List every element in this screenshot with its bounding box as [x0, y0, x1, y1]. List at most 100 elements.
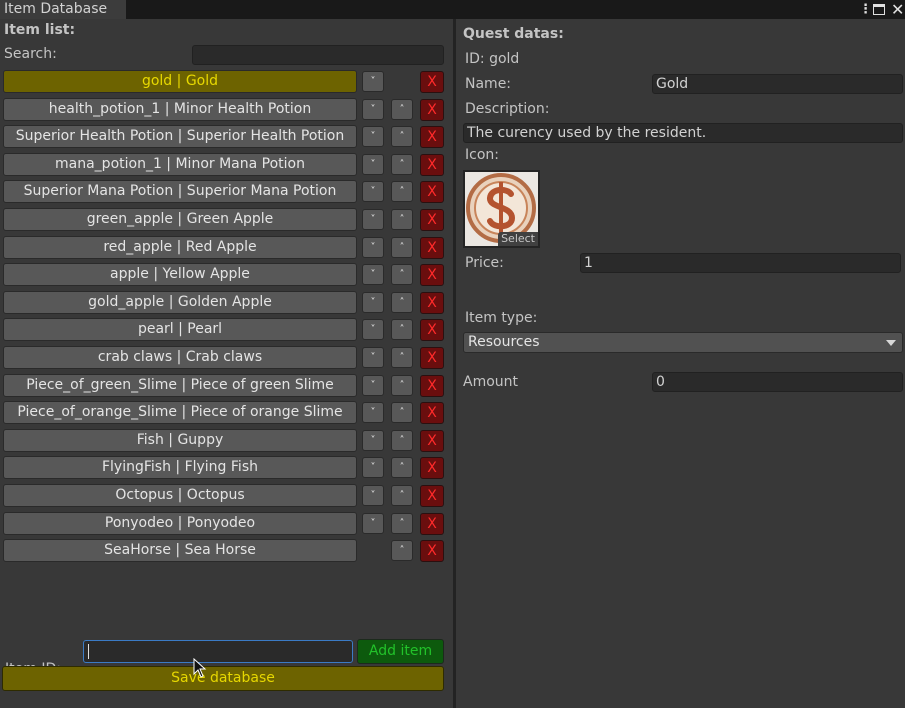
item-select-button[interactable]: green_apple | Green Apple	[3, 208, 357, 231]
item-select-button[interactable]: Superior Mana Potion | Superior Mana Pot…	[3, 180, 357, 203]
move-up-button[interactable]: ˄	[391, 181, 413, 202]
move-down-button[interactable]: ˅	[362, 237, 384, 258]
move-up-button[interactable]: ˄	[391, 319, 413, 340]
item-select-button[interactable]: health_potion_1 | Minor Health Potion	[3, 98, 357, 121]
delete-item-button[interactable]: X	[420, 264, 444, 286]
move-up-button[interactable]: ˄	[391, 347, 413, 368]
move-up-button[interactable]: ˄	[391, 292, 413, 313]
save-database-button[interactable]: Save database	[2, 666, 444, 691]
list-item: SeaHorse | Sea Horse ˄ X	[3, 539, 445, 563]
delete-item-button[interactable]: X	[420, 375, 444, 397]
price-label: Price:	[465, 255, 504, 271]
name-label: Name:	[465, 76, 512, 92]
item-id-display: ID: gold	[465, 51, 520, 67]
delete-item-button[interactable]: X	[420, 154, 444, 176]
move-up-button[interactable]: ˄	[391, 375, 413, 396]
close-icon[interactable]: ✕	[891, 0, 904, 19]
move-up-button[interactable]: ˄	[391, 99, 413, 120]
move-down-button[interactable]: ˅	[362, 430, 384, 451]
delete-item-button[interactable]: X	[420, 540, 444, 562]
item-select-button[interactable]: FlyingFish | Flying Fish	[3, 456, 357, 479]
dropdown-arrow-icon	[886, 340, 896, 346]
delete-item-button[interactable]: X	[420, 319, 444, 341]
move-up-button[interactable]: ˄	[391, 513, 413, 534]
move-up-button[interactable]: ˄	[391, 402, 413, 423]
move-down-button[interactable]: ˅	[362, 292, 384, 313]
move-down-button[interactable]: ˅	[362, 264, 384, 285]
item-select-button[interactable]: gold | Gold	[3, 70, 357, 93]
delete-item-button[interactable]: X	[420, 237, 444, 259]
list-item: Ponyodeo | Ponyodeo ˅ ˄ X	[3, 512, 445, 536]
item-select-button[interactable]: Octopus | Octopus	[3, 484, 357, 507]
move-up-button[interactable]: ˄	[391, 237, 413, 258]
kebab-menu-icon[interactable]: ⋮	[859, 0, 872, 19]
item-select-button[interactable]: Ponyodeo | Ponyodeo	[3, 512, 357, 535]
delete-item-button[interactable]: X	[420, 457, 444, 479]
move-up-button[interactable]: ˄	[391, 485, 413, 506]
delete-item-button[interactable]: X	[420, 513, 444, 535]
delete-item-button[interactable]: X	[420, 292, 444, 314]
name-field[interactable]	[652, 74, 903, 94]
window-tab-bar: Item Database ⋮ ✕	[0, 0, 905, 19]
description-field[interactable]	[463, 123, 903, 143]
delete-item-button[interactable]: X	[420, 209, 444, 231]
item-select-button[interactable]: SeaHorse | Sea Horse	[3, 539, 357, 562]
move-down-button[interactable]: ˅	[362, 181, 384, 202]
item-select-button[interactable]: crab claws | Crab claws	[3, 346, 357, 369]
delete-item-button[interactable]: X	[420, 126, 444, 148]
move-up-button[interactable]: ˄	[391, 209, 413, 230]
item-select-button[interactable]: red_apple | Red Apple	[3, 236, 357, 259]
move-down-button[interactable]: ˅	[362, 99, 384, 120]
list-item: FlyingFish | Flying Fish ˅ ˄ X	[3, 456, 445, 480]
delete-item-button[interactable]: X	[420, 430, 444, 452]
search-input[interactable]	[192, 45, 444, 65]
delete-item-button[interactable]: X	[420, 347, 444, 369]
move-down-button[interactable]: ˅	[362, 457, 384, 478]
delete-item-button[interactable]: X	[420, 99, 444, 121]
item-select-button[interactable]: gold_apple | Golden Apple	[3, 291, 357, 314]
item-details-panel: Quest datas: ID: gold Name: Description:…	[456, 19, 905, 708]
list-item: Octopus | Octopus ˅ ˄ X	[3, 484, 445, 508]
item-select-button[interactable]: Superior Health Potion | Superior Health…	[3, 125, 357, 148]
move-down-button[interactable]: ˅	[362, 347, 384, 368]
delete-item-button[interactable]: X	[420, 181, 444, 203]
item-select-button[interactable]: Fish | Guppy	[3, 429, 357, 452]
move-up-button[interactable]: ˄	[391, 457, 413, 478]
move-down-button[interactable]: ˅	[362, 513, 384, 534]
add-item-button[interactable]: Add item	[357, 639, 444, 664]
move-down-button[interactable]: ˅	[362, 485, 384, 506]
item-select-button[interactable]: Piece_of_orange_Slime | Piece of orange …	[3, 401, 357, 424]
item-type-dropdown[interactable]: Resources	[463, 332, 903, 353]
maximize-icon[interactable]	[873, 4, 885, 15]
amount-field[interactable]	[652, 372, 903, 392]
move-down-button[interactable]: ˅	[362, 375, 384, 396]
move-up-button[interactable]: ˄	[391, 154, 413, 175]
move-down-button[interactable]: ˅	[362, 126, 384, 147]
move-up-button[interactable]: ˄	[391, 430, 413, 451]
details-heading: Quest datas:	[463, 26, 564, 42]
list-item: Piece_of_green_Slime | Piece of green Sl…	[3, 374, 445, 398]
icon-select-button[interactable]: Select	[498, 232, 538, 246]
item-select-button[interactable]: mana_potion_1 | Minor Mana Potion	[3, 153, 357, 176]
window-controls: ⋮ ✕	[859, 0, 905, 19]
item-select-button[interactable]: Piece_of_green_Slime | Piece of green Sl…	[3, 374, 357, 397]
item-select-button[interactable]: pearl | Pearl	[3, 318, 357, 341]
item-id-input[interactable]	[83, 640, 353, 663]
delete-item-button[interactable]: X	[420, 402, 444, 424]
move-down-button[interactable]: ˅	[362, 319, 384, 340]
delete-item-button[interactable]: X	[420, 485, 444, 507]
move-up-button[interactable]: ˄	[391, 264, 413, 285]
delete-item-button[interactable]: X	[420, 71, 444, 93]
item-select-button[interactable]: apple | Yellow Apple	[3, 263, 357, 286]
price-field[interactable]	[580, 253, 901, 273]
move-up-button[interactable]: ˄	[391, 540, 413, 561]
window-tab[interactable]: Item Database	[0, 0, 126, 19]
move-down-button[interactable]: ˅	[362, 71, 384, 92]
list-item: Piece_of_orange_Slime | Piece of orange …	[3, 401, 445, 425]
move-down-button[interactable]: ˅	[362, 402, 384, 423]
list-item: gold | Gold ˅ X	[3, 70, 445, 94]
move-up-button[interactable]: ˄	[391, 126, 413, 147]
icon-picker[interactable]: Select	[463, 170, 540, 248]
move-down-button[interactable]: ˅	[362, 154, 384, 175]
move-down-button[interactable]: ˅	[362, 209, 384, 230]
